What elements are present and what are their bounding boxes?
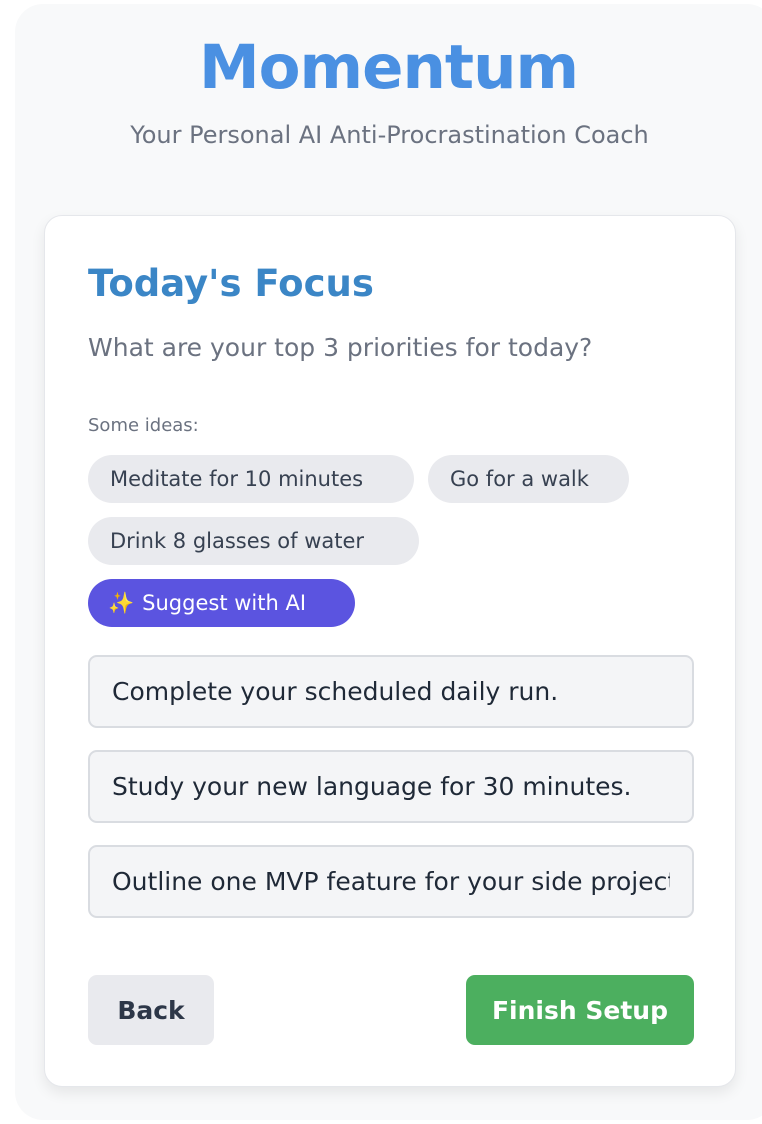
idea-chip-meditate[interactable]: Meditate for 10 minutes: [88, 455, 414, 503]
app-subtitle: Your Personal AI Anti-Procrastination Co…: [130, 121, 649, 149]
sparkles-icon: ✨: [108, 591, 135, 615]
app-container: Momentum Your Personal AI Anti-Procrasti…: [15, 4, 762, 1120]
finish-setup-button[interactable]: Finish Setup: [466, 975, 694, 1045]
priority-input-2[interactable]: [88, 750, 694, 823]
card-title: Today's Focus: [88, 262, 374, 305]
suggest-with-ai-label: Suggest with AI: [142, 591, 307, 615]
ideas-label: Some ideas:: [88, 415, 199, 436]
priority-input-3[interactable]: [88, 845, 694, 918]
priority-input-1[interactable]: [88, 655, 694, 728]
suggest-with-ai-button[interactable]: ✨ Suggest with AI: [88, 579, 355, 627]
focus-card: Today's Focus What are your top 3 priori…: [44, 215, 736, 1087]
app-title: Momentum: [198, 32, 579, 103]
back-button[interactable]: Back: [88, 975, 214, 1045]
idea-chip-walk[interactable]: Go for a walk: [428, 455, 629, 503]
idea-chip-water[interactable]: Drink 8 glasses of water: [88, 517, 419, 565]
card-question: What are your top 3 priorities for today…: [88, 333, 593, 362]
